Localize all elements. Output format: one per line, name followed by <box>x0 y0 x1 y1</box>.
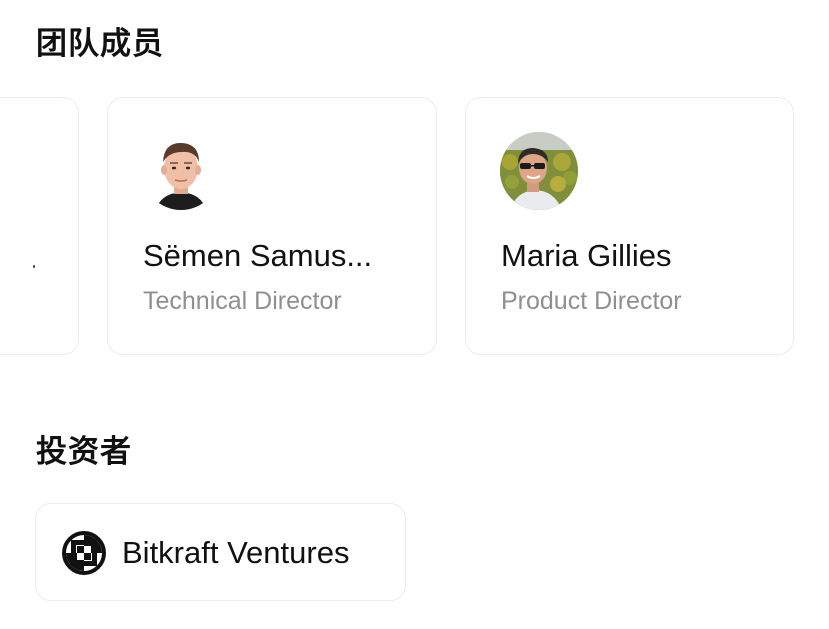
team-member-card-partial[interactable] <box>0 97 79 355</box>
bitkraft-logo-icon <box>62 531 106 575</box>
truncated-text-fragment <box>33 265 35 268</box>
team-member-card[interactable]: Maria Gillies Product Director <box>465 97 794 355</box>
avatar <box>142 132 220 210</box>
member-name: Sëmen Samus... <box>143 238 373 273</box>
member-name: Maria Gillies <box>501 238 672 273</box>
investor-name: Bitkraft Ventures <box>122 535 350 570</box>
page: 团队成员 Sëmen Samus... Technical Director M… <box>0 0 829 629</box>
team-member-card[interactable]: Sëmen Samus... Technical Director <box>107 97 437 355</box>
member-role: Product Director <box>501 287 682 315</box>
team-section-title: 团队成员 <box>36 26 164 62</box>
member-role: Technical Director <box>143 287 342 315</box>
investors-section-title: 投资者 <box>36 434 132 470</box>
investor-chip[interactable]: Bitkraft Ventures <box>35 503 406 601</box>
avatar <box>500 132 578 210</box>
